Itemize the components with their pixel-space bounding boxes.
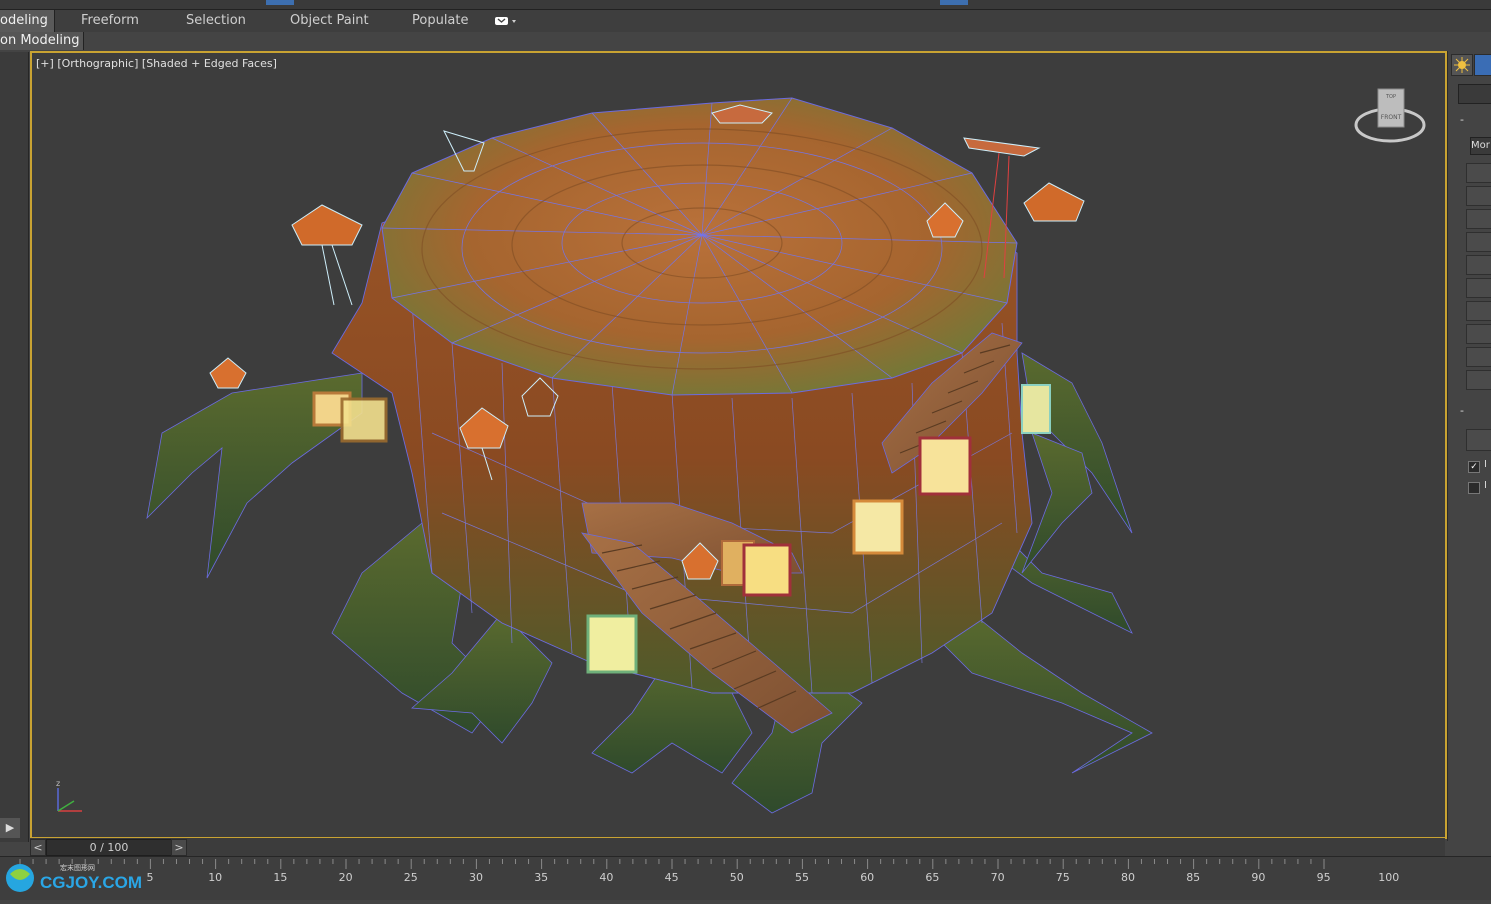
polygon-modeling-panel-title[interactable]: on Modeling	[0, 32, 85, 50]
modifier-stack-row[interactable]	[1466, 163, 1491, 183]
ruler-tick-label: 50	[730, 871, 744, 884]
tab-populate[interactable]: Populate	[412, 10, 469, 32]
ribbon-tab-bar: odeling Freeform Selection Object Paint …	[0, 10, 1491, 33]
ruler-tick-label: 70	[991, 871, 1005, 884]
option-checkbox-1[interactable]: ✓	[1468, 461, 1480, 473]
toolbar-active-button[interactable]	[266, 0, 294, 5]
ruler-tick-label: 15	[273, 871, 287, 884]
option-label-1: I	[1484, 459, 1487, 470]
next-frame-button[interactable]: >	[171, 839, 187, 856]
option-checkbox-2[interactable]	[1468, 482, 1480, 494]
logo-text: CGJOY.COM	[40, 873, 142, 892]
modifier-stack-row[interactable]	[1466, 324, 1491, 344]
left-command-strip	[0, 52, 29, 842]
ruler-tick-label: 85	[1186, 871, 1200, 884]
viewport-menu-plus[interactable]: [+]	[36, 57, 54, 70]
ruler-tick-label: 90	[1251, 871, 1265, 884]
track-bar[interactable]: 5 10 15 20 25 30 35 40 45 50 55 60 65 70 75 80 85 90 95 100	[0, 856, 1491, 900]
ruler-tick-label: 100	[1378, 871, 1399, 884]
ruler-tick-label: 35	[534, 871, 548, 884]
stump-model-render: TOP FRONT z	[56, 88, 1426, 814]
create-tab-icon[interactable]	[1451, 54, 1473, 76]
modifier-stack-row[interactable]	[1466, 232, 1491, 252]
cgjoy-watermark: CGJOY.COM 宏末图形网	[0, 856, 160, 899]
ruler-tick-label: 45	[665, 871, 679, 884]
tab-freeform[interactable]: Freeform	[81, 10, 139, 32]
ruler-tick-label: 10	[208, 871, 222, 884]
logo-subtext: 宏末图形网	[60, 863, 95, 872]
ruler-tick-label: 95	[1317, 871, 1331, 884]
ribbon-options-icon	[495, 17, 516, 25]
modifier-stack-row[interactable]	[1466, 186, 1491, 206]
expand-panel-button[interactable]: ▶	[0, 818, 20, 838]
perspective-viewport[interactable]: TOP FRONT z [+] [Orthographic] [Shaded +…	[30, 51, 1447, 839]
modifier-stack-row[interactable]	[1466, 278, 1491, 298]
modify-tab-icon[interactable]	[1474, 54, 1491, 76]
ruler-tick-label: 40	[599, 871, 613, 884]
top-menu-strip	[0, 0, 1491, 10]
ribbon-panel: on Modeling	[0, 32, 1491, 50]
ruler-tick-label: 80	[1121, 871, 1135, 884]
rollout-toggle[interactable]: -	[1460, 404, 1464, 417]
viewport-point-of-view[interactable]: [Orthographic]	[57, 57, 138, 70]
stump-top	[381, 97, 1018, 396]
modifier-stack-row[interactable]	[1466, 255, 1491, 275]
object-name-field[interactable]	[1458, 84, 1491, 104]
ribbon-options-dropdown[interactable]	[494, 14, 520, 28]
toolbar-active-button[interactable]	[940, 0, 968, 5]
option-label-2: I	[1484, 480, 1487, 491]
modifier-stack-row[interactable]	[1466, 370, 1491, 390]
prev-frame-button[interactable]: <	[30, 839, 46, 856]
time-slider-thumb[interactable]: 0 / 100	[46, 839, 172, 856]
rollout-toggle[interactable]: -	[1460, 113, 1464, 126]
svg-text:FRONT: FRONT	[1381, 114, 1402, 121]
tab-modeling[interactable]: odeling	[0, 10, 55, 32]
modifier-stack-row[interactable]	[1466, 301, 1491, 321]
tab-object-paint[interactable]: Object Paint	[290, 10, 369, 32]
viewcube[interactable]: TOP FRONT	[1354, 88, 1426, 143]
ruler-tick-label: 65	[925, 871, 939, 884]
axis-tripod: z	[56, 779, 82, 812]
ruler-tick-label: 25	[404, 871, 418, 884]
command-panel: - Mor - ✓ I I	[1447, 51, 1491, 841]
modifier-stack-row[interactable]	[1466, 347, 1491, 367]
rollout-button[interactable]	[1466, 429, 1491, 451]
track-bar-ruler: 5 10 15 20 25 30 35 40 45 50 55 60 65 70 75 80 85 90 95 100	[19, 859, 1399, 884]
svg-text:TOP: TOP	[1385, 94, 1396, 100]
ruler-tick-label: 60	[860, 871, 874, 884]
viewport-label: [+] [Orthographic] [Shaded + Edged Faces…	[36, 57, 277, 70]
ruler-tick-label: 75	[1056, 871, 1070, 884]
ruler-tick-label: 20	[339, 871, 353, 884]
ruler-tick-label: 30	[469, 871, 483, 884]
time-slider: < 0 / 100 >	[30, 838, 1445, 856]
modifier-list-dropdown[interactable]: Mor	[1470, 137, 1491, 155]
modifier-stack-row[interactable]	[1466, 209, 1491, 229]
tab-selection[interactable]: Selection	[186, 10, 246, 32]
ruler-tick-label: 55	[795, 871, 809, 884]
svg-text:z: z	[56, 779, 60, 788]
viewport-shading-mode[interactable]: [Shaded + Edged Faces]	[142, 57, 277, 70]
